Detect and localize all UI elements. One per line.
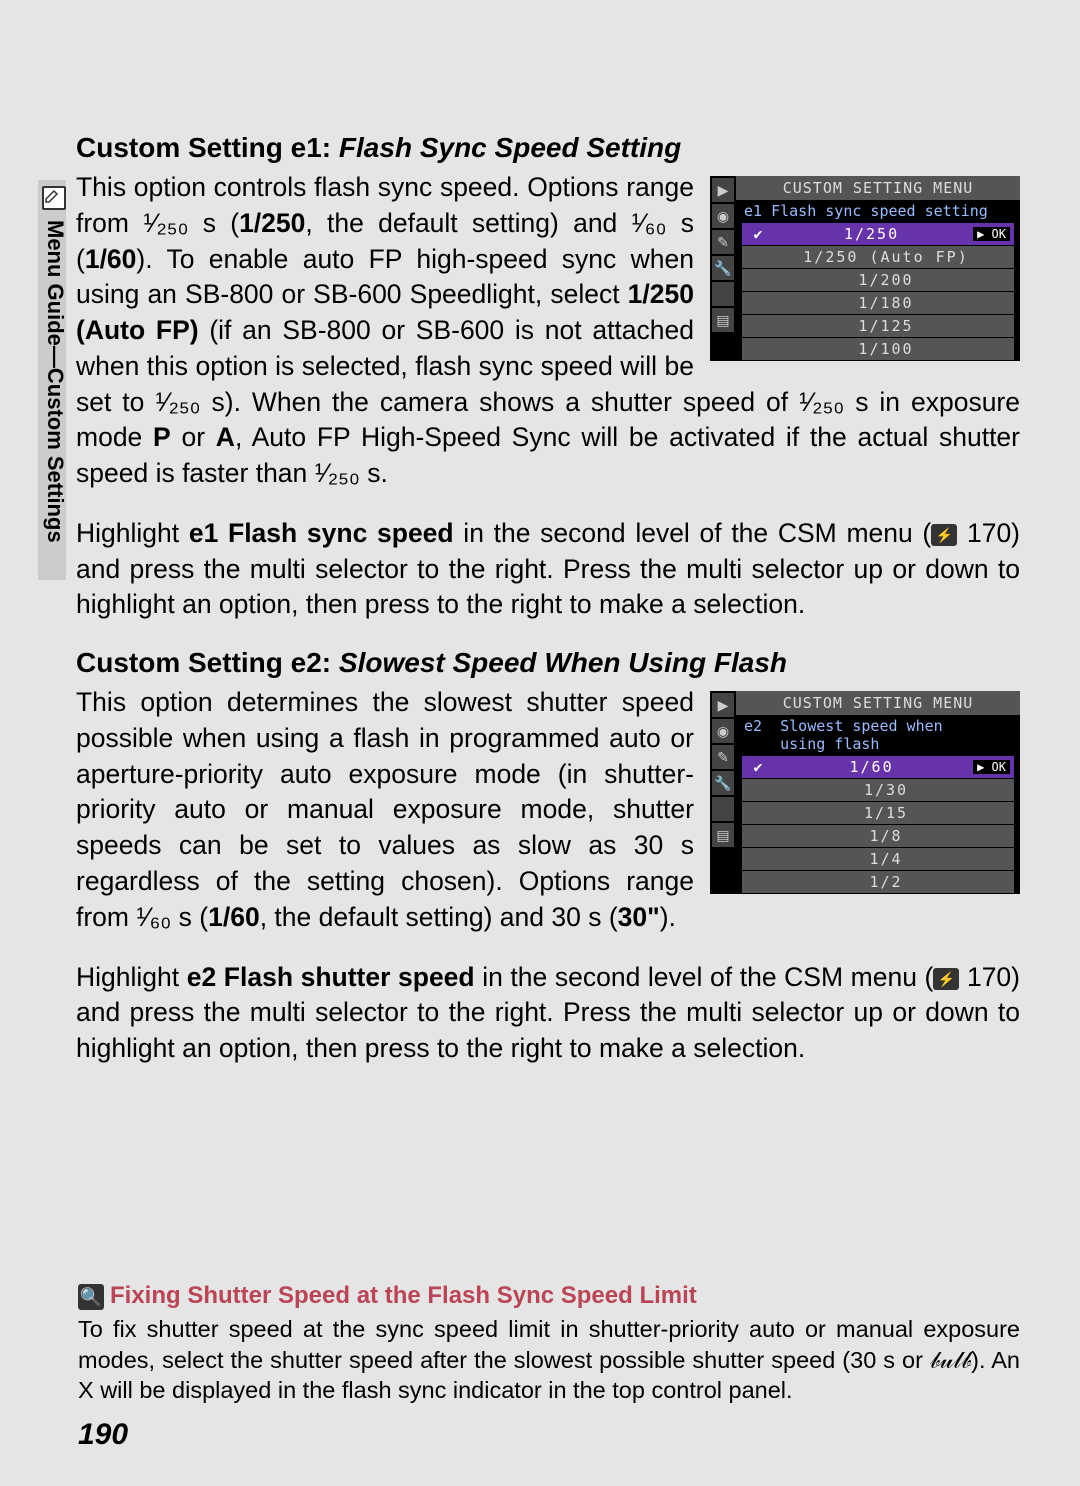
- e2-menu-screenshot: ▶ ◉ ✎ 🔧 ▤ CUSTOM SETTING MENU e2 Slowest…: [710, 691, 1020, 894]
- menu-left-icons: ▶ ◉ ✎ 🔧 ▤: [710, 691, 736, 894]
- menu-subhead: e1 Flash sync speed setting: [736, 200, 1020, 222]
- e2-heading-italic: Slowest Speed When Using Flash: [339, 647, 787, 678]
- t: e2 Flash shutter speed: [187, 962, 475, 992]
- note-text: To fix shutter speed at the sync speed l…: [78, 1314, 1020, 1406]
- t: e1 Flash sync speed: [189, 518, 454, 548]
- pencil-icon: ✎: [712, 745, 734, 769]
- pencil-icon: [42, 186, 66, 210]
- magnify-icon: 🔍: [78, 1284, 104, 1310]
- wrench-icon: 🔧: [712, 256, 734, 280]
- e1-para2: Highlight e1 Flash sync speed in the sec…: [76, 516, 1020, 623]
- page-number: 190: [78, 1418, 128, 1452]
- t: 1/60: [85, 244, 137, 274]
- card-icon: ▤: [712, 823, 734, 847]
- t: This option determines the slowest shutt…: [76, 687, 694, 932]
- wrench-icon: 🔧: [712, 771, 734, 795]
- card-icon: ▤: [712, 308, 734, 332]
- t: Highlight: [76, 962, 187, 992]
- menu-row: 1/200: [742, 269, 1014, 291]
- camera-icon: ◉: [712, 719, 734, 743]
- menu-row: 1/125: [742, 315, 1014, 337]
- t: 1/60: [208, 902, 260, 932]
- e2-heading-prefix: Custom Setting e2:: [76, 647, 339, 678]
- t: A: [216, 422, 235, 452]
- menu-row: 1/30: [742, 779, 1014, 801]
- t: in the second level of the CSM menu (: [454, 518, 932, 548]
- note-heading-text: Fixing Shutter Speed at the Flash Sync S…: [110, 1282, 697, 1309]
- t: in the second level of the CSM menu (: [475, 962, 934, 992]
- menu-row: 1/8: [742, 825, 1014, 847]
- menu-row: 1/100: [742, 338, 1014, 360]
- menu-row: 1/4: [742, 848, 1014, 870]
- e1-heading: Custom Setting e1: Flash Sync Speed Sett…: [76, 132, 1020, 164]
- menu-row: 1/2: [742, 871, 1014, 893]
- menu-row: ✔1/250▶ OK: [742, 223, 1014, 245]
- t: ).: [660, 902, 676, 932]
- play-icon: ▶: [712, 693, 734, 717]
- side-tab: Menu Guide—Custom Settings: [38, 180, 66, 580]
- side-tab-label: Menu Guide—Custom Settings: [42, 220, 68, 543]
- t: 30": [618, 902, 660, 932]
- blank-icon: [712, 282, 734, 306]
- e2-para2: Highlight e2 Flash shutter speed in the …: [76, 960, 1020, 1067]
- t: P: [153, 422, 171, 452]
- menu-row: 1/15: [742, 802, 1014, 824]
- menu-row: 1/180: [742, 292, 1014, 314]
- e1-heading-italic: Flash Sync Speed Setting: [339, 132, 681, 163]
- t: Highlight: [76, 518, 189, 548]
- t: ). To enable auto FP high-speed sync whe…: [76, 244, 694, 310]
- content-area: Custom Setting e1: Flash Sync Speed Sett…: [76, 132, 1020, 1067]
- camera-icon: ◉: [712, 204, 734, 228]
- t: 1/250: [239, 208, 305, 238]
- t: , the default setting) and 30 s (: [260, 902, 618, 932]
- menu-row: 1/250 (Auto FP): [742, 246, 1014, 268]
- note-heading: 🔍Fixing Shutter Speed at the Flash Sync …: [78, 1282, 1020, 1310]
- play-icon: ▶: [712, 178, 734, 202]
- pencil-icon: ✎: [712, 230, 734, 254]
- flash-icon: ⚡: [933, 968, 959, 990]
- manual-page: Menu Guide—Custom Settings Custom Settin…: [0, 0, 1080, 1486]
- menu-row: ✔1/60▶ OK: [742, 756, 1014, 778]
- menu-title: CUSTOM SETTING MENU: [736, 691, 1020, 715]
- e1-heading-prefix: Custom Setting e1:: [76, 132, 339, 163]
- e2-heading: Custom Setting e2: Slowest Speed When Us…: [76, 647, 1020, 679]
- note-block: 🔍Fixing Shutter Speed at the Flash Sync …: [78, 1282, 1020, 1406]
- blank-icon: [712, 797, 734, 821]
- menu-subhead: e2 Slowest speed when using flash: [736, 715, 1020, 755]
- flash-icon: ⚡: [931, 524, 957, 546]
- e1-menu-screenshot: ▶ ◉ ✎ 🔧 ▤ CUSTOM SETTING MENU e1 Flash s…: [710, 176, 1020, 361]
- menu-title: CUSTOM SETTING MENU: [736, 176, 1020, 200]
- t: or: [171, 422, 216, 452]
- menu-left-icons: ▶ ◉ ✎ 🔧 ▤: [710, 176, 736, 361]
